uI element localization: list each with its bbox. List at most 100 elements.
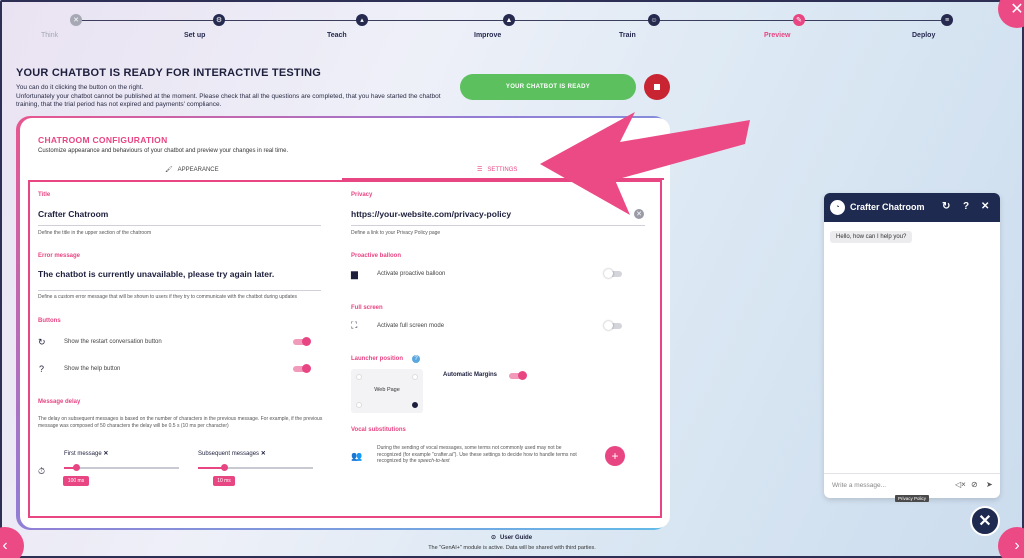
- clock-plus-icon: ⏱: [38, 466, 46, 476]
- speaker-mute-icon[interactable]: ◁×: [955, 480, 966, 489]
- previous-button[interactable]: ‹: [0, 527, 24, 558]
- error-label: Error message: [38, 253, 81, 259]
- tab-appearance-label: APPEARANCE: [177, 166, 219, 173]
- first-message-text: First message: [64, 451, 102, 457]
- first-message-slider[interactable]: [64, 464, 179, 471]
- subsequent-message-x-icon: ✕: [260, 451, 266, 457]
- step-label: Improve: [474, 32, 502, 39]
- tab-appearance[interactable]: 🖌 APPEARANCE: [165, 166, 219, 174]
- fullscreen-toggle[interactable]: [604, 321, 622, 330]
- subsequent-message-text: Subsequent messages: [198, 451, 260, 457]
- launcher-label: Launcher position: [351, 356, 404, 362]
- privacy-label: Privacy: [351, 192, 373, 198]
- step-label: Preview: [764, 32, 791, 39]
- step-teach[interactable]: ▴ Teach: [327, 14, 397, 39]
- buttons-label: Buttons: [38, 318, 61, 324]
- tab-settings[interactable]: ☰ SETTINGS: [477, 166, 518, 174]
- list-icon: ≡: [941, 14, 953, 26]
- user-guide-label: User Guide: [500, 534, 533, 541]
- chat-logo-icon: ◔: [830, 200, 845, 215]
- subsequent-slider-knob[interactable]: [221, 464, 228, 471]
- step-improve[interactable]: ▲ Improve: [474, 14, 544, 39]
- corner-bottom-left[interactable]: [356, 402, 362, 408]
- help-icon[interactable]: ?: [963, 201, 969, 212]
- mic-off-icon[interactable]: ⊘: [971, 480, 978, 489]
- privacy-input[interactable]: https://your-website.com/privacy-policy: [351, 209, 511, 219]
- toggle-knob: [302, 364, 311, 373]
- toggle-knob: [302, 337, 311, 346]
- brush-icon: 🖌: [165, 167, 173, 173]
- step-preview[interactable]: ✎ Preview: [764, 14, 834, 39]
- help-toggle[interactable]: [293, 364, 311, 373]
- chat-widget: ◔ Crafter Chatroom ↻ ? ✕ Hello, how can …: [824, 193, 1000, 498]
- first-message-label: First message ✕: [64, 450, 108, 457]
- restart-text: Show the restart conversation button: [64, 339, 162, 345]
- add-substitution-button[interactable]: +: [605, 446, 625, 466]
- privacy-policy-tag[interactable]: Privacy Policy: [895, 495, 930, 502]
- page-title: YOUR CHATBOT IS READY FOR INTERACTIVE TE…: [16, 67, 321, 79]
- user-guide-link[interactable]: ⊙ User Guide: [491, 534, 533, 542]
- fullscreen-label: Full screen: [351, 305, 383, 311]
- vocal-text-body: During the sending of vocal messages, so…: [377, 445, 577, 464]
- close-chat-button[interactable]: ✕: [970, 506, 1000, 536]
- margins-toggle[interactable]: [509, 371, 527, 380]
- step-deploy[interactable]: ≡ Deploy: [912, 14, 982, 39]
- chat-input[interactable]: Write a message...: [832, 482, 886, 489]
- clear-icon[interactable]: ✕: [634, 209, 644, 219]
- proactive-toggle[interactable]: [604, 269, 622, 278]
- graduation-cap-icon: ▴: [356, 14, 368, 26]
- vocal-label: Vocal substitutions: [351, 427, 406, 433]
- voice-user-icon: 👥: [351, 451, 363, 461]
- margins-label: Automatic Margins: [443, 372, 498, 378]
- error-underline: [38, 290, 321, 291]
- first-slider-knob[interactable]: [73, 464, 80, 471]
- corner-top-right[interactable]: [412, 374, 418, 380]
- first-message-value: 100 ms: [63, 476, 89, 486]
- error-input[interactable]: The chatbot is currently unavailable, pl…: [38, 269, 321, 279]
- toggle-knob: [518, 371, 527, 380]
- corner-top-left[interactable]: [356, 374, 362, 380]
- description-line-1: You can do it clicking the button on the…: [16, 84, 144, 91]
- help-icon: ?: [39, 364, 45, 374]
- chat-header: ◔ Crafter Chatroom ↻ ? ✕: [824, 193, 1000, 222]
- next-button[interactable]: ›: [998, 527, 1024, 558]
- tab-settings-label: SETTINGS: [487, 166, 518, 173]
- toggle-knob: [604, 269, 613, 278]
- restart-icon: ↻: [38, 337, 46, 347]
- step-label: Think: [41, 32, 59, 39]
- delay-label: Message delay: [38, 399, 81, 405]
- error-hint: Define a custom error message that will …: [38, 294, 298, 300]
- privacy-underline: [351, 225, 645, 226]
- robot-icon: ☺: [648, 14, 660, 26]
- x-icon: ✕: [70, 14, 82, 26]
- config-title: CHATROOM CONFIGURATION: [38, 135, 168, 145]
- info-icon[interactable]: ?: [412, 355, 420, 363]
- web-page-label: Web Page: [374, 387, 400, 393]
- chatbot-ready-button[interactable]: YOUR CHATBOT IS READY: [460, 74, 636, 100]
- restart-icon[interactable]: ↻: [942, 201, 950, 212]
- step-train[interactable]: ☺ Train: [619, 14, 689, 39]
- send-icon[interactable]: ➤: [986, 480, 993, 489]
- close-icon[interactable]: ✕: [981, 201, 989, 212]
- step-setup[interactable]: ⚙ Set up: [184, 14, 254, 39]
- launcher-position-picker[interactable]: Web Page: [351, 369, 423, 413]
- vocal-text: During the sending of vocal messages, so…: [377, 445, 577, 465]
- genai-note: The "GenAI+" module is active. Data will…: [428, 545, 596, 551]
- subsequent-message-slider[interactable]: [198, 464, 313, 471]
- title-input[interactable]: Crafter Chatroom: [38, 209, 108, 219]
- first-message-x-icon: ✕: [103, 451, 109, 457]
- stop-button[interactable]: [644, 74, 670, 100]
- proactive-label: Proactive balloon: [351, 253, 402, 259]
- close-wizard-button[interactable]: ✕: [998, 0, 1024, 28]
- lifebuoy-icon: ⊙: [491, 535, 497, 541]
- help-text: Show the help button: [64, 366, 121, 372]
- toggle-knob: [604, 321, 613, 330]
- fullscreen-text: Activate full screen mode: [377, 323, 445, 329]
- restart-toggle[interactable]: [293, 337, 311, 346]
- step-label: Deploy: [912, 32, 936, 39]
- pencil-icon: ✎: [793, 14, 805, 26]
- corner-bottom-right[interactable]: [412, 402, 418, 408]
- step-think[interactable]: ✕ Think: [41, 14, 111, 39]
- proactive-text: Activate proactive balloon: [377, 271, 446, 277]
- sliders-icon: ☰: [477, 167, 483, 173]
